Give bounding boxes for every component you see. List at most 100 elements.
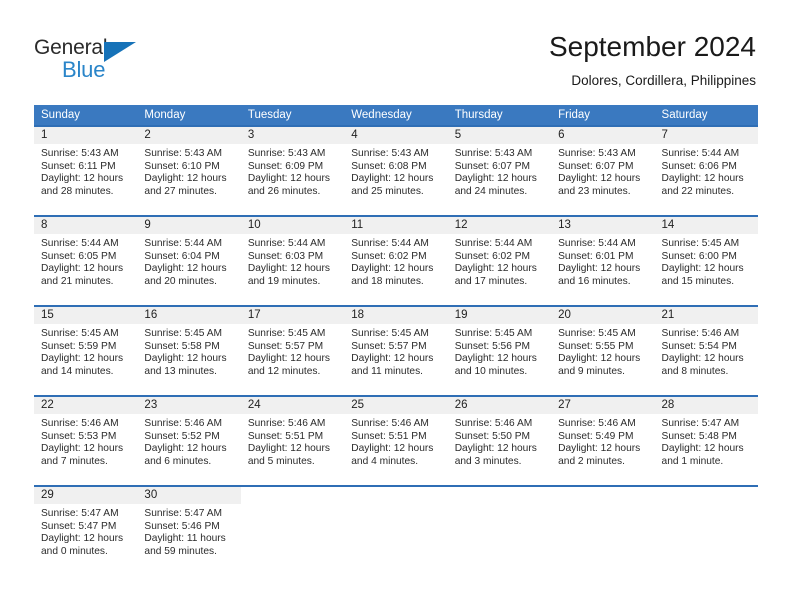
page-subtitle-location: Dolores, Cordillera, Philippines [571,73,756,88]
daylight-text-line1: Daylight: 12 hours [247,263,330,275]
daylight-text-line2: and 23 minutes. [558,185,631,197]
sunset-text: Sunset: 5:57 PM [351,340,427,352]
daylight-text-line2: and 11 minutes. [351,365,424,377]
day-cell[interactable]: 8 Sunrise: 5:44 AM Sunset: 6:05 PM Daylight… [34,217,138,305]
day-cell[interactable]: 14 Sunrise: 5:45 AM Sunset: 6:00 PM Dayligh… [654,217,758,305]
day-cell[interactable]: 27 Sunrise: 5:46 AM Sunset: 5:49 PM Dayligh… [551,397,655,485]
day-sun-info: Sunrise: 5:45 AM Sunset: 5:55 PM Daylight:… [551,324,654,378]
weeks-container: 1 Sunrise: 5:43 AM Sunset: 6:11 PM Daylight… [34,125,758,575]
sunrise-text: Sunrise: 5:44 AM [351,238,429,249]
day-number: 22 [41,399,54,411]
page-title: September 2024 [548,31,756,62]
day-number-band: 25 [344,397,448,414]
daylight-text-line2: and 4 minutes. [351,455,419,467]
day-number-band: 9 [137,217,241,234]
day-cell[interactable]: 13 Sunrise: 5:44 AM Sunset: 6:01 PM Dayligh… [551,217,655,305]
daylight-text-line2: and 27 minutes. [144,185,217,197]
day-cell[interactable]: 22 Sunrise: 5:46 AM Sunset: 5:53 PM Dayligh… [34,397,138,485]
week-row: 1 Sunrise: 5:43 AM Sunset: 6:11 PM Daylight… [34,125,758,215]
day-cell[interactable]: 5 Sunrise: 5:43 AM Sunset: 6:07 PM Daylight… [447,127,552,215]
day-cell[interactable]: 25 Sunrise: 5:46 AM Sunset: 5:51 PM Dayligh… [344,397,448,485]
day-number-band: 15 [34,307,138,324]
day-number-band: 27 [551,397,655,414]
day-sun-info: Sunrise: 5:46 AM Sunset: 5:50 PM Daylight:… [448,414,551,468]
daylight-text-line1: Daylight: 12 hours [144,263,227,275]
sunset-text: Sunset: 5:49 PM [558,430,634,442]
sunrise-text: Sunrise: 5:43 AM [247,148,326,159]
day-cell[interactable]: 2 Sunrise: 5:43 AM Sunset: 6:10 PM Daylight… [137,127,241,215]
sunset-text: Sunset: 5:52 PM [144,430,220,442]
day-cell[interactable]: 9 Sunrise: 5:44 AM Sunset: 6:04 PM Daylight… [137,217,241,305]
sunrise-text: Sunrise: 5:45 AM [454,328,533,339]
logo-triangle-icon [104,42,136,62]
day-number: 24 [247,399,261,411]
daylight-text-line2: and 14 minutes. [41,365,114,377]
calendar-grid: Sunday Monday Tuesday Wednesday Thursday… [34,105,758,575]
daylight-text-line1: Daylight: 12 hours [454,353,537,365]
sunset-text: Sunset: 5:57 PM [247,340,324,352]
sunrise-text: Sunrise: 5:43 AM [558,148,636,159]
day-cell[interactable]: 18 Sunrise: 5:45 AM Sunset: 5:57 PM Dayligh… [344,307,448,395]
sunset-text: Sunset: 5:59 PM [41,340,117,352]
day-cell[interactable]: 4 Sunrise: 5:43 AM Sunset: 6:08 PM Daylight… [344,127,448,215]
day-cell[interactable]: 17 Sunrise: 5:45 AM Sunset: 5:57 PM Dayligh… [240,307,345,395]
day-cell[interactable]: 12 Sunrise: 5:44 AM Sunset: 6:02 PM Dayligh… [447,217,552,305]
day-number-band: 4 [344,127,448,144]
page-header: General Blue September 2024 Dolores, Cor… [0,0,792,100]
day-number-band: 22 [34,397,138,414]
day-sun-info: Sunrise: 5:43 AM Sunset: 6:10 PM Daylight:… [137,144,240,198]
daylight-text-line1: Daylight: 12 hours [558,353,641,365]
day-cell[interactable]: 16 Sunrise: 5:45 AM Sunset: 5:58 PM Dayligh… [137,307,241,395]
day-number: 10 [247,219,261,231]
sunset-text: Sunset: 5:56 PM [454,340,531,352]
day-number: 21 [661,309,675,321]
sunrise-text: Sunrise: 5:46 AM [661,328,740,339]
week-row: 22 Sunrise: 5:46 AM Sunset: 5:53 PM Dayligh… [34,395,758,485]
daylight-text-line1: Daylight: 12 hours [351,353,434,365]
general-blue-logo[interactable]: General Blue [34,36,164,84]
day-cell[interactable]: 6 Sunrise: 5:43 AM Sunset: 6:07 PM Daylight… [551,127,655,215]
daylight-text-line2: and 7 minutes. [41,455,108,467]
day-cell[interactable]: 3 Sunrise: 5:43 AM Sunset: 6:09 PM Daylight… [240,127,345,215]
sunset-text: Sunset: 6:09 PM [247,160,324,172]
daylight-text-line2: and 59 minutes. [144,545,217,557]
day-cell[interactable]: 23 Sunrise: 5:46 AM Sunset: 5:52 PM Dayligh… [137,397,241,485]
day-number-band: 24 [240,397,345,414]
sunrise-text: Sunrise: 5:45 AM [351,328,429,339]
day-cell[interactable]: 29 Sunrise: 5:47 AM Sunset: 5:47 PM Dayligh… [34,487,138,575]
day-number-band: 29 [34,487,138,504]
day-sun-info: Sunrise: 5:44 AM Sunset: 6:02 PM Daylight:… [448,234,551,288]
day-cell[interactable]: 30 Sunrise: 5:47 AM Sunset: 5:46 PM Dayligh… [137,487,241,575]
day-cell[interactable]: 26 Sunrise: 5:46 AM Sunset: 5:50 PM Dayligh… [447,397,552,485]
day-number-band: 30 [137,487,241,504]
sunrise-text: Sunrise: 5:45 AM [144,328,223,339]
sunrise-text: Sunrise: 5:47 AM [661,418,740,429]
daylight-text-line2: and 26 minutes. [247,185,321,197]
day-cell[interactable]: 24 Sunrise: 5:46 AM Sunset: 5:51 PM Dayligh… [240,397,345,485]
day-number-band: 19 [447,307,552,324]
day-cell[interactable]: 21 Sunrise: 5:46 AM Sunset: 5:54 PM Dayligh… [654,307,758,395]
sunset-text: Sunset: 6:02 PM [351,250,427,262]
day-sun-info: Sunrise: 5:45 AM Sunset: 5:57 PM Daylight:… [344,324,447,378]
daylight-text-line2: and 3 minutes. [454,455,522,467]
daylight-text-line2: and 19 minutes. [247,275,321,287]
sunset-text: Sunset: 6:03 PM [247,250,324,262]
sunset-text: Sunset: 5:53 PM [41,430,117,442]
day-cell[interactable]: 19 Sunrise: 5:45 AM Sunset: 5:56 PM Dayligh… [447,307,552,395]
day-cell[interactable]: 28 Sunrise: 5:47 AM Sunset: 5:48 PM Dayligh… [654,397,758,485]
title-block: September 2024 Dolores, Cordillera, Phil… [549,30,756,89]
day-cell[interactable]: 15 Sunrise: 5:45 AM Sunset: 5:59 PM Dayligh… [34,307,138,395]
day-number-band: 7 [654,127,758,144]
daylight-text-line1: Daylight: 12 hours [41,173,124,185]
day-cell[interactable]: 11 Sunrise: 5:44 AM Sunset: 6:02 PM Dayligh… [344,217,448,305]
day-number-band: 21 [654,307,758,324]
day-cell[interactable]: 10 Sunrise: 5:44 AM Sunset: 6:03 PM Dayligh… [240,217,345,305]
daylight-text-line1: Daylight: 12 hours [144,173,227,185]
sunrise-text: Sunrise: 5:45 AM [558,328,636,339]
day-cell[interactable]: 7 Sunrise: 5:44 AM Sunset: 6:06 PM Daylight… [654,127,758,215]
day-cell[interactable]: 1 Sunrise: 5:43 AM Sunset: 6:11 PM Daylight… [34,127,138,215]
daylight-text-line2: and 20 minutes. [144,275,217,287]
day-cell[interactable]: 20 Sunrise: 5:45 AM Sunset: 5:55 PM Dayligh… [551,307,655,395]
day-number: 9 [144,219,151,231]
sunrise-text: Sunrise: 5:45 AM [661,238,740,249]
